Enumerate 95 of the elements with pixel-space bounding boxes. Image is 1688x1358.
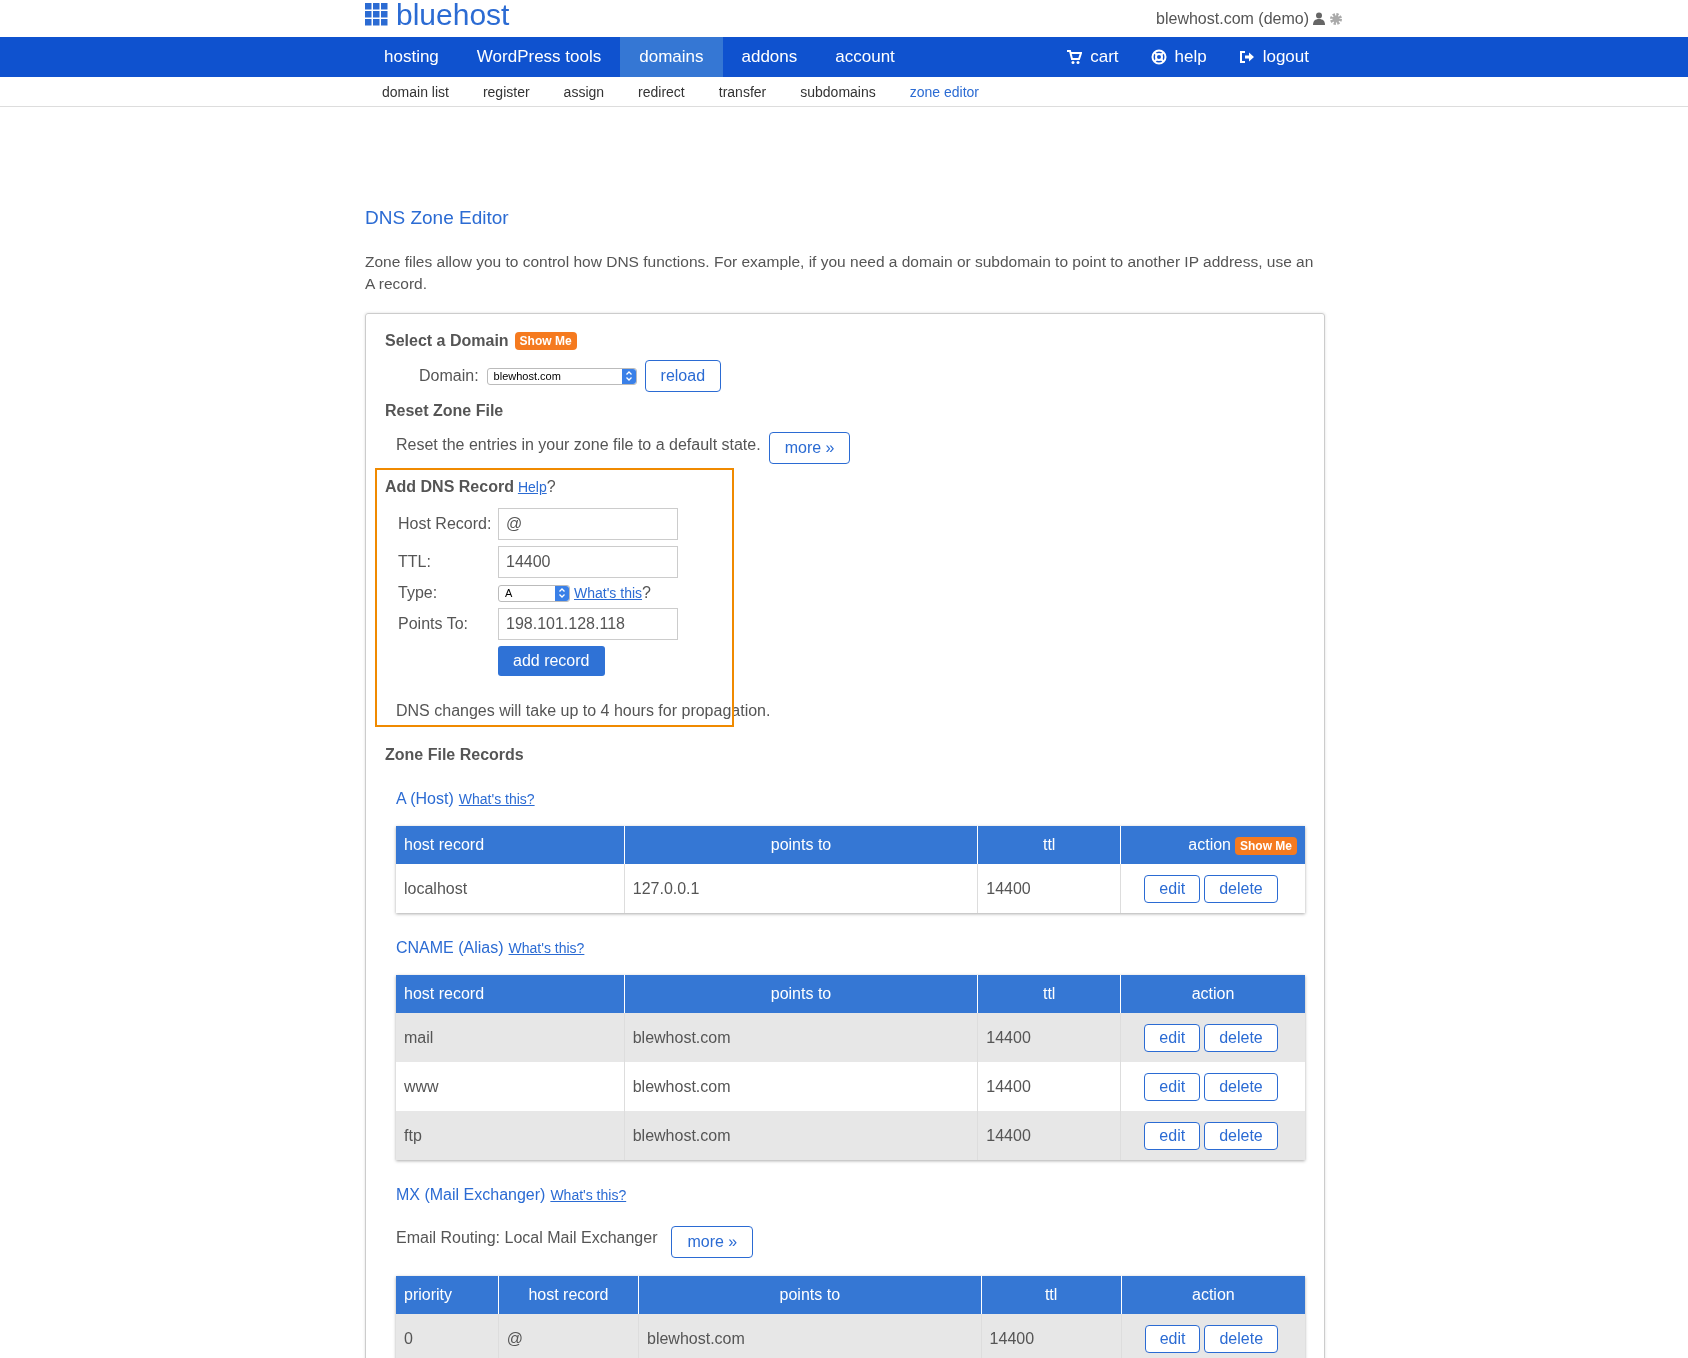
- edit-button[interactable]: edit: [1144, 874, 1201, 903]
- edit-button[interactable]: edit: [1144, 1072, 1201, 1101]
- whats-this-link[interactable]: What's this?: [508, 940, 585, 956]
- column-header: host record: [396, 826, 625, 864]
- table-cell: @: [498, 1314, 639, 1358]
- table-cell: 127.0.0.1: [624, 864, 978, 913]
- nav-tab[interactable]: hosting: [365, 37, 458, 77]
- delete-button[interactable]: delete: [1204, 1023, 1278, 1052]
- table-cell: localhost: [396, 864, 625, 913]
- table-cell: blewhost.com: [624, 1111, 978, 1160]
- delete-button[interactable]: delete: [1204, 1072, 1278, 1101]
- field-label: Points To:: [398, 615, 469, 633]
- nav-link[interactable]: help: [1134, 37, 1223, 77]
- user-icon[interactable]: [1313, 12, 1325, 25]
- stepper-arrows-icon: [621, 368, 636, 384]
- whats-this-link[interactable]: What's this?: [550, 1187, 627, 1203]
- column-header: ttl: [981, 1276, 1122, 1314]
- field-label: Type:: [398, 584, 439, 602]
- show-me-badge[interactable]: Show Me: [514, 332, 577, 350]
- domain-label: Domain:: [419, 367, 479, 385]
- table-cell: 14400: [977, 1111, 1121, 1160]
- input-field[interactable]: 198.101.128.118: [498, 608, 678, 640]
- section-title: Reset Zone File: [385, 402, 505, 420]
- reset-text: Reset the entries in your zone file to a default state.: [396, 436, 761, 454]
- record-type-title: MX (Mail Exchanger): [396, 1186, 546, 1204]
- table-cell: 14400: [977, 864, 1121, 913]
- domain-select[interactable]: blewhost.com: [486, 367, 637, 385]
- column-header: ttl: [977, 975, 1121, 1013]
- question-mark: ?: [642, 584, 651, 601]
- more-button[interactable]: more »: [671, 1226, 754, 1258]
- column-header: action: [1120, 975, 1305, 1013]
- field-label: TTL:: [398, 553, 432, 571]
- edit-button[interactable]: edit: [1144, 1324, 1201, 1353]
- table-cell: blewhost.com: [638, 1314, 982, 1358]
- edit-button[interactable]: edit: [1144, 1023, 1201, 1052]
- delete-button[interactable]: delete: [1204, 874, 1278, 903]
- help-link[interactable]: Help: [517, 479, 547, 495]
- subnav-link[interactable]: zone editor: [892, 83, 996, 100]
- nav-tab[interactable]: addons: [722, 37, 817, 77]
- subnav-link[interactable]: redirect: [621, 83, 702, 100]
- column-header: action: [1121, 1276, 1305, 1314]
- column-header: ttl: [977, 826, 1121, 864]
- edit-button[interactable]: edit: [1144, 1121, 1201, 1150]
- stepper-arrows-icon: [555, 585, 569, 601]
- whats-this-link[interactable]: What's this?: [458, 791, 535, 807]
- column-header: points to: [624, 826, 978, 864]
- column-header: priority: [396, 1276, 499, 1314]
- nav-tab[interactable]: WordPress tools: [457, 37, 621, 77]
- column-header: host record: [396, 975, 625, 1013]
- record-type-title: CNAME (Alias): [396, 939, 504, 957]
- add-record-button[interactable]: add record: [498, 646, 605, 676]
- table-cell: 0: [396, 1314, 499, 1358]
- nav-link[interactable]: logout: [1222, 37, 1325, 77]
- logo-text: bluehost: [396, 0, 510, 32]
- question-mark: ?: [546, 478, 556, 495]
- table-cell: www: [396, 1062, 625, 1111]
- subnav-link[interactable]: assign: [546, 83, 622, 100]
- logout-icon: [1238, 49, 1255, 65]
- section-title: Select a Domain: [385, 332, 509, 350]
- page-title: DNS Zone Editor: [365, 207, 510, 229]
- column-header: host record: [498, 1276, 639, 1314]
- grid-logo-icon: [365, 3, 388, 26]
- subnav-link[interactable]: domain list: [365, 83, 466, 100]
- field-label: Host Record:: [398, 515, 493, 533]
- section-title: Add DNS Record: [385, 478, 514, 496]
- delete-button[interactable]: delete: [1204, 1121, 1278, 1150]
- lifebuoy-icon: [1150, 49, 1167, 65]
- record-type-title: A (Host): [396, 790, 454, 808]
- reload-button[interactable]: reload: [644, 360, 722, 392]
- account-name: blewhost.com (demo): [1156, 9, 1309, 28]
- input-field[interactable]: @: [498, 508, 678, 540]
- type-select[interactable]: A: [498, 584, 570, 602]
- table-cell: 14400: [981, 1314, 1122, 1358]
- whats-this-link[interactable]: What's this: [574, 585, 643, 601]
- delete-button[interactable]: delete: [1204, 1324, 1279, 1353]
- email-routing-text: Email Routing: Local Mail Exchanger: [396, 1229, 658, 1247]
- section-title: Zone File Records: [385, 746, 525, 764]
- table-cell: 14400: [977, 1013, 1121, 1062]
- table-cell: ftp: [396, 1111, 625, 1160]
- input-field[interactable]: 14400: [498, 546, 678, 578]
- table-cell: blewhost.com: [624, 1013, 978, 1062]
- intro-text: Zone files allow you to control how DNS functions. For example, if you need a domain or subdomain to point to another IP address, use an A record.: [365, 252, 1315, 294]
- column-header: points to: [624, 975, 978, 1013]
- cart-icon: [1066, 49, 1083, 65]
- column-header: points to: [638, 1276, 982, 1314]
- subnav-link[interactable]: subdomains: [783, 83, 893, 100]
- show-me-badge[interactable]: Show Me: [1235, 836, 1297, 855]
- table-cell: mail: [396, 1013, 625, 1062]
- more-button[interactable]: more »: [768, 432, 851, 464]
- subnav-link[interactable]: transfer: [701, 83, 784, 100]
- nav-tab[interactable]: account: [816, 37, 914, 77]
- column-title: action: [1188, 835, 1231, 853]
- nav-link[interactable]: cart: [1050, 37, 1135, 77]
- nav-tab[interactable]: domains: [620, 37, 723, 77]
- subnav-link[interactable]: register: [465, 83, 547, 100]
